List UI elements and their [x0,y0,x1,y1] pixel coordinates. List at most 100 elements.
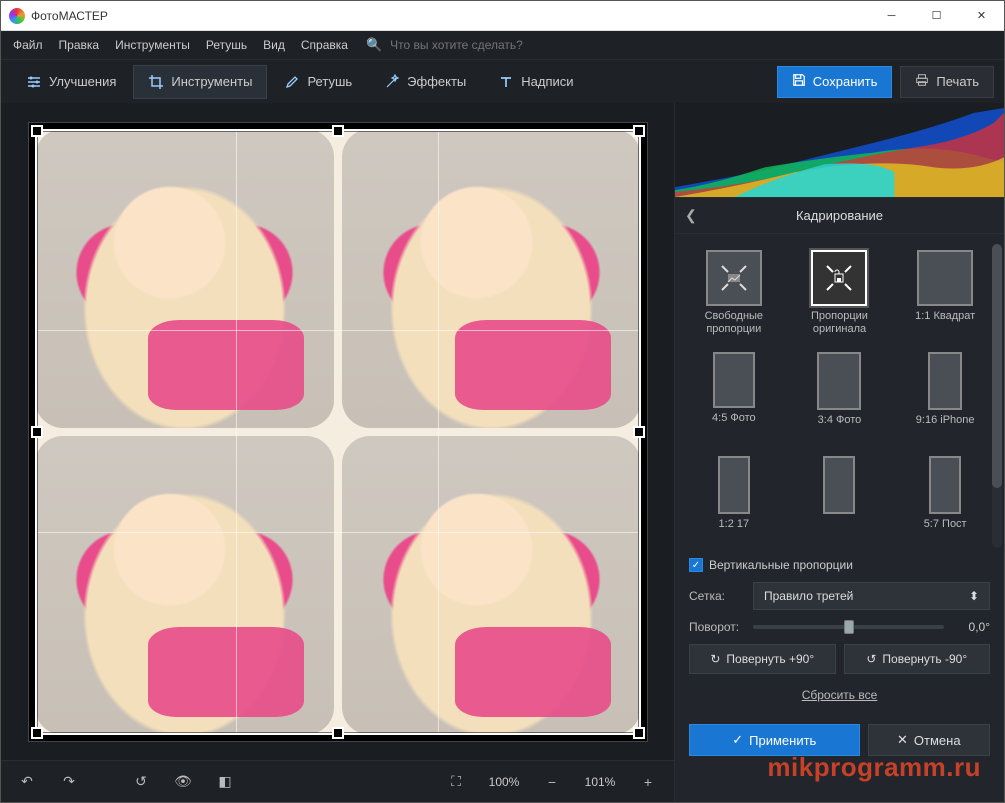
crop-presets: Свободные пропорции Пропорции оригинала … [675,234,1004,552]
preset-extra[interactable] [789,452,891,548]
preset-916[interactable]: 9:16 iPhone [894,348,996,444]
grid-select[interactable]: Правило третей ⬍ [753,582,990,610]
apply-row: ✓ Применить ✕ Отмена [675,716,1004,768]
preset-original[interactable]: Пропорции оригинала [789,246,891,340]
crop-handle-bm[interactable] [332,727,344,739]
app-window: ФотоМАСТЕР ─ ☐ ✕ Файл Правка Инструменты… [0,0,1005,803]
checkbox-icon: ✓ [689,558,703,572]
history-button[interactable]: ↺ [127,768,155,796]
preset-free[interactable]: Свободные пропорции [683,246,785,340]
preset-45[interactable]: 4:5 Фото [683,348,785,444]
rotate-ccw-icon: ↺ [866,652,876,666]
apply-label: Применить [749,733,816,748]
fit-screen-button[interactable]: ⛶ [442,768,470,796]
crop-border[interactable] [35,129,641,735]
tab-label: Ретушь [307,74,352,89]
tab-label: Улучшения [49,74,116,89]
cancel-label: Отмена [914,733,961,748]
reset-button[interactable]: Сбросить все [689,684,990,706]
zoom-current-label: 101% [580,775,620,789]
back-button[interactable]: ❮ [685,207,697,224]
body-area: ↶ ↷ ↺ 👁 ◧ ⛶ 100% − 101% + [1,103,1004,802]
printer-icon [915,73,929,90]
crop-handle-mr[interactable] [633,426,645,438]
x-icon: ✕ [897,732,908,748]
canvas-toolbar: ↶ ↷ ↺ 👁 ◧ ⛶ 100% − 101% + [1,760,674,802]
menu-retouch[interactable]: Ретушь [200,34,253,56]
crop-handle-ml[interactable] [31,426,43,438]
crop-handle-tr[interactable] [633,125,645,137]
undo-button[interactable]: ↶ [13,768,41,796]
photo-frame[interactable] [28,122,648,742]
zoom-in-button[interactable]: + [634,768,662,796]
vertical-checkbox-row[interactable]: ✓ Вертикальные пропорции [689,558,990,572]
search-icon: 🔍 [366,37,382,53]
toolbar: Улучшения Инструменты Ретушь Эффекты Над… [1,59,1004,103]
tab-captions[interactable]: Надписи [483,65,588,99]
zoom-out-button[interactable]: − [538,768,566,796]
apply-button[interactable]: ✓ Применить [689,724,860,756]
menu-edit[interactable]: Правка [53,34,106,56]
grid-select-value: Правило третей [764,589,853,603]
right-panel: ❮ Кадрирование Свободные пропорции Пропо… [674,103,1004,802]
window-title: ФотоМАСТЕР [31,9,869,23]
titlebar: ФотоМАСТЕР ─ ☐ ✕ [1,1,1004,31]
tab-enhancements[interactable]: Улучшения [11,65,131,99]
app-logo-icon [9,8,25,24]
tab-effects[interactable]: Эффекты [369,65,481,99]
tab-label: Эффекты [407,74,466,89]
grid-label: Сетка: [689,589,743,603]
print-label: Печать [936,74,979,89]
preset-label: 5:7 Пост [924,518,967,544]
zoom-fit-label: 100% [484,775,524,789]
rotate-ccw-button[interactable]: ↺ Повернуть -90° [844,644,991,674]
crop-handle-tm[interactable] [332,125,344,137]
maximize-button[interactable]: ☐ [914,1,959,30]
close-button[interactable]: ✕ [959,1,1004,30]
save-button[interactable]: Сохранить [777,66,893,98]
rotate-cw-icon: ↻ [710,652,720,666]
save-icon [792,73,806,90]
wand-icon [384,74,400,90]
menu-tools[interactable]: Инструменты [109,34,196,56]
crop-controls: ✓ Вертикальные пропорции Сетка: Правило … [675,552,1004,716]
preset-label: 1:1 Квадрат [915,310,975,336]
sliders-icon [26,74,42,90]
preset-12[interactable]: 1:2 17 [683,452,785,548]
print-button[interactable]: Печать [900,66,994,98]
save-label: Сохранить [813,74,878,89]
preset-label: 4:5 Фото [712,412,756,438]
compare-button[interactable]: 👁 [169,768,197,796]
rotate-slider[interactable] [753,625,944,629]
text-icon [498,74,514,90]
preset-57[interactable]: 5:7 Пост [894,452,996,548]
preset-label: Пропорции оригинала [789,310,891,336]
tab-retouch[interactable]: Ретушь [269,65,367,99]
crop-handle-br[interactable] [633,727,645,739]
menu-help[interactable]: Справка [295,34,354,56]
menu-file[interactable]: Файл [7,34,49,56]
presets-scrollbar[interactable] [992,244,1002,548]
preset-square[interactable]: 1:1 Квадрат [894,246,996,340]
rotate-label: Поворот: [689,620,743,634]
histogram [675,103,1004,198]
vertical-checkbox-label: Вертикальные пропорции [709,558,853,572]
cancel-button[interactable]: ✕ Отмена [868,724,990,756]
tab-tools[interactable]: Инструменты [133,65,267,99]
redo-button[interactable]: ↷ [55,768,83,796]
panel-header: ❮ Кадрирование [675,198,1004,234]
crop-handle-bl[interactable] [31,727,43,739]
preset-label: 3:4 Фото [818,414,862,440]
minimize-button[interactable]: ─ [869,1,914,30]
tab-label: Надписи [521,74,573,89]
panel-title: Кадрирование [796,208,883,223]
rotate-cw-button[interactable]: ↻ Повернуть +90° [689,644,836,674]
canvas-wrap [1,103,674,760]
updown-icon: ⬍ [969,589,979,603]
preset-34[interactable]: 3:4 Фото [789,348,891,444]
crop-icon [148,74,164,90]
menu-view[interactable]: Вид [257,34,291,56]
split-view-button[interactable]: ◧ [211,768,239,796]
search-input[interactable] [386,34,586,56]
crop-handle-tl[interactable] [31,125,43,137]
